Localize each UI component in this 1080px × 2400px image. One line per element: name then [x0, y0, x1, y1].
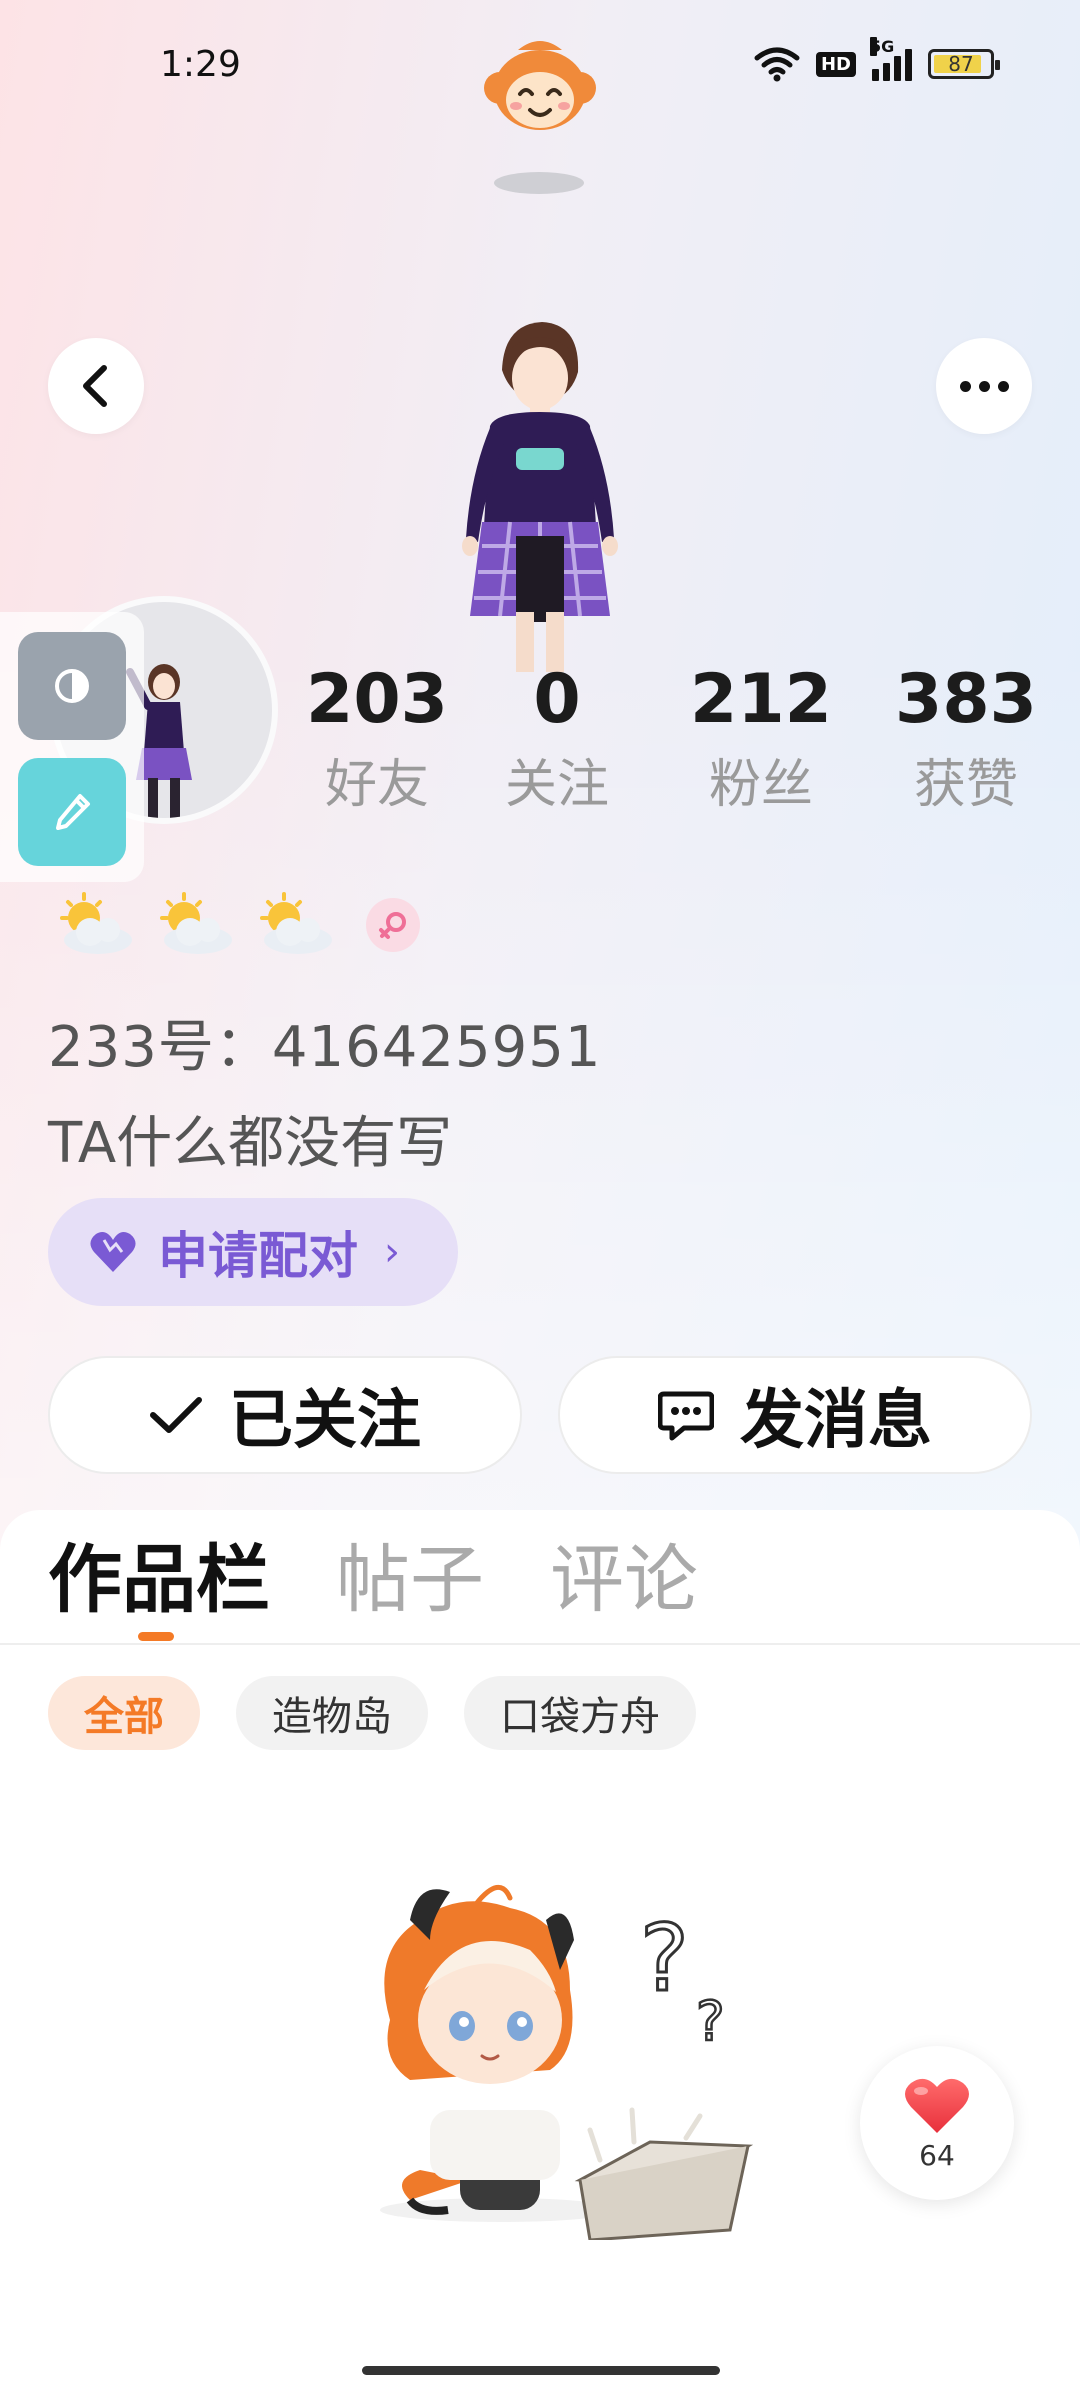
followed-button[interactable]: 已关注 — [48, 1356, 522, 1474]
chevron-left-icon — [83, 365, 107, 407]
mascot-shadow — [494, 172, 584, 194]
request-pair-button[interactable]: 申请配对 › — [48, 1198, 458, 1306]
battery-level: 87 — [948, 52, 974, 76]
stat-likes-label: 获赞 — [913, 755, 1018, 815]
like-button[interactable]: 64 — [860, 2046, 1014, 2200]
signal-label: 5G — [870, 37, 895, 56]
sun-cloud-icon — [260, 892, 332, 954]
like-count: 64 — [919, 2138, 955, 2172]
stat-fans[interactable]: 212 粉丝 — [671, 660, 851, 822]
stat-following-value: 0 — [533, 660, 581, 739]
badge-row — [50, 890, 420, 960]
stat-likes[interactable]: 383 获赞 — [876, 660, 1056, 822]
contrast-icon — [55, 669, 89, 703]
more-button[interactable] — [936, 338, 1032, 434]
back-button[interactable] — [48, 338, 144, 434]
svg-text:?: ? — [640, 1905, 689, 2012]
user-id: 233号：416425951 — [48, 1015, 602, 1080]
send-message-label: 发消息 — [740, 1384, 932, 1458]
more-dots-icon — [959, 380, 1009, 392]
chevron-right-icon: › — [384, 1229, 400, 1275]
heart-icon — [90, 1232, 136, 1272]
send-message-button[interactable]: 发消息 — [558, 1356, 1032, 1474]
followed-label: 已关注 — [229, 1384, 421, 1458]
tab-posts[interactable]: 帖子 — [336, 1532, 484, 1628]
eyedropper-icon — [56, 794, 90, 830]
wifi-icon — [754, 47, 800, 82]
stat-friends-value: 203 — [306, 660, 448, 739]
stat-following[interactable]: 0 关注 — [467, 660, 647, 822]
stat-following-label: 关注 — [504, 755, 609, 815]
chat-bubble-icon — [658, 1391, 714, 1441]
status-time: 1:29 — [160, 44, 241, 85]
stat-fans-label: 粉丝 — [708, 755, 813, 815]
contrast-button[interactable] — [18, 632, 126, 740]
user-bio: TA什么都没有写 — [48, 1111, 453, 1176]
battery-icon: 87 — [928, 49, 1000, 79]
sun-cloud-icon — [60, 892, 132, 954]
content-tabs: 作品栏 帖子 评论 — [48, 1532, 698, 1628]
monkey-mascot-icon — [484, 41, 596, 130]
sun-cloud-icon — [160, 892, 232, 954]
empty-state-illustration: ? ? — [380, 1885, 754, 2240]
signal-icon: 5G — [870, 37, 912, 81]
filter-chips: 全部 造物岛 口袋方舟 — [48, 1676, 696, 1750]
tab-divider — [0, 1643, 1080, 1645]
tab-indicator — [138, 1632, 174, 1641]
side-toolbar — [0, 612, 144, 882]
stat-friends-label: 好友 — [324, 755, 429, 815]
check-icon — [150, 1397, 202, 1433]
status-icons: HD 5G 87 — [754, 37, 1000, 82]
tab-comments[interactable]: 评论 — [550, 1532, 698, 1628]
chip-creation-island[interactable]: 造物岛 — [236, 1676, 428, 1750]
battery-cap — [995, 60, 1000, 70]
tab-works[interactable]: 作品栏 — [48, 1532, 270, 1628]
stat-fans-value: 212 — [690, 660, 832, 739]
chip-all[interactable]: 全部 — [48, 1676, 200, 1750]
chip-pocket-ark[interactable]: 口袋方舟 — [464, 1676, 696, 1750]
female-icon — [366, 898, 420, 952]
home-indicator[interactable] — [362, 2366, 720, 2375]
svg-text:?: ? — [696, 1990, 725, 2053]
request-pair-label: 申请配对 — [158, 1227, 358, 1285]
heart-icon — [905, 2078, 969, 2133]
hd-badge: HD — [815, 51, 856, 77]
color-picker-button[interactable] — [18, 758, 126, 866]
stat-friends[interactable]: 203 好友 — [287, 660, 467, 822]
stat-likes-value: 383 — [895, 660, 1037, 739]
character-model — [462, 322, 618, 672]
